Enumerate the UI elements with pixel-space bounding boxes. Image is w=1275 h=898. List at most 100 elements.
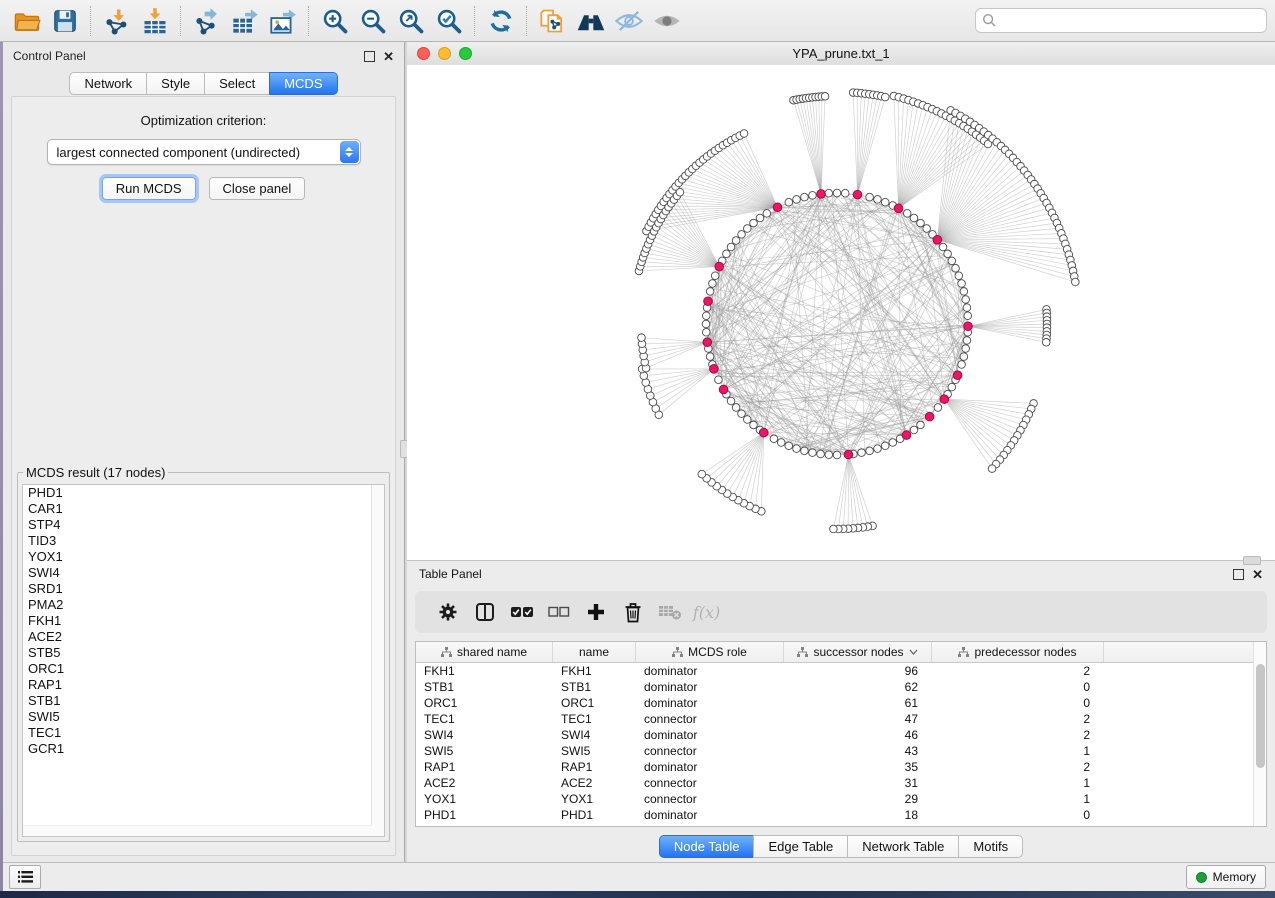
mcds-result-item[interactable]: FKH1 <box>23 613 384 629</box>
open-folder-icon <box>13 8 41 34</box>
mcds-result-item[interactable]: PHD1 <box>23 485 384 501</box>
scrollbar-thumb[interactable] <box>1256 664 1265 768</box>
float-panel-icon[interactable] <box>1233 569 1244 580</box>
table-cell: RAP1 <box>416 760 553 774</box>
column-header-shared-name[interactable]: shared name <box>416 642 553 662</box>
table-cell: TEC1 <box>553 712 636 726</box>
table-vertical-scrollbar[interactable] <box>1253 642 1266 826</box>
mcds-result-item[interactable]: PMA2 <box>23 597 384 613</box>
table-row[interactable]: TEC1TEC1connector472 <box>416 711 1266 727</box>
apply-layout-button[interactable] <box>482 4 520 38</box>
table-row[interactable]: YOX1YOX1connector291 <box>416 791 1266 807</box>
table-cell: 96 <box>784 664 932 678</box>
table-row[interactable]: ACE2ACE2connector311 <box>416 775 1266 791</box>
table-row[interactable]: RAP1RAP1dominator352 <box>416 759 1266 775</box>
mcds-result-item[interactable]: TID3 <box>23 533 384 549</box>
table-body: FKH1FKH1dominator962STB1STB1dominator620… <box>416 663 1266 823</box>
mcds-result-item[interactable]: STB1 <box>23 693 384 709</box>
table-cell: connector <box>636 776 784 790</box>
column-header-predecessor-nodes[interactable]: predecessor nodes <box>932 642 1104 662</box>
table-cell: SWI4 <box>553 728 636 742</box>
show-panel-menu-button[interactable] <box>9 865 41 889</box>
mcds-result-list[interactable]: PHD1CAR1STP4TID3YOX1SWI4SRD1PMA2FKH1ACE2… <box>22 484 385 837</box>
close-panel-icon[interactable]: ✕ <box>383 52 394 61</box>
checked-boxes-icon <box>510 604 534 620</box>
table-cell: TEC1 <box>416 712 553 726</box>
table-row[interactable]: STB1STB1dominator620 <box>416 679 1266 695</box>
mcds-result-item[interactable]: ORC1 <box>23 661 384 677</box>
first-neighbors-button[interactable] <box>572 4 610 38</box>
table-row[interactable]: SWI5SWI5connector431 <box>416 743 1266 759</box>
import-network-button[interactable] <box>98 4 136 38</box>
mcds-result-item[interactable]: GCR1 <box>23 741 384 757</box>
tab-node-table[interactable]: Node Table <box>659 835 755 858</box>
import-table-button[interactable] <box>136 4 174 38</box>
cytoscape-window: Control Panel ✕ Network Style Select MCD… <box>0 0 1275 898</box>
criterion-dropdown[interactable]: largest connected component (undirected) <box>47 139 361 165</box>
zoom-selected-button[interactable] <box>430 4 468 38</box>
mcds-result-item[interactable]: ACE2 <box>23 629 384 645</box>
splitter-handle[interactable] <box>1243 556 1261 565</box>
mcds-result-item[interactable]: SWI5 <box>23 709 384 725</box>
mcds-result-item[interactable]: SWI4 <box>23 565 384 581</box>
mcds-result-item[interactable]: CAR1 <box>23 501 384 517</box>
deselect-all-button[interactable] <box>540 595 577 629</box>
mcds-result-item[interactable]: STP4 <box>23 517 384 533</box>
import-table-icon <box>141 7 169 35</box>
export-table-button[interactable] <box>226 4 264 38</box>
close-panel-button[interactable]: Close panel <box>209 177 306 200</box>
column-header-successor-nodes[interactable]: successor nodes <box>784 642 932 662</box>
delete-column-button[interactable] <box>614 595 651 629</box>
column-header-name[interactable]: name <box>553 642 636 662</box>
add-column-button[interactable] <box>577 595 614 629</box>
open-file-button[interactable] <box>8 4 46 38</box>
tab-edge-table[interactable]: Edge Table <box>753 835 848 858</box>
table-row[interactable]: FKH1FKH1dominator962 <box>416 663 1266 679</box>
duplicate-network-button[interactable] <box>534 4 572 38</box>
table-settings-button[interactable] <box>429 595 466 629</box>
list-horizontal-scrollbar[interactable] <box>23 825 372 836</box>
run-mcds-button[interactable]: Run MCDS <box>102 177 196 200</box>
close-panel-icon[interactable]: ✕ <box>1252 570 1263 579</box>
tab-style[interactable]: Style <box>146 72 205 95</box>
table-row[interactable]: ORC1ORC1dominator610 <box>416 695 1266 711</box>
network-canvas[interactable] <box>407 65 1275 560</box>
mcds-result-item[interactable]: TEC1 <box>23 725 384 741</box>
show-all-button[interactable] <box>648 4 686 38</box>
table-cell: ACE2 <box>416 776 553 790</box>
zoom-out-button[interactable] <box>354 4 392 38</box>
table-cell: 0 <box>932 680 1104 694</box>
memory-button[interactable]: Memory <box>1186 865 1266 889</box>
zoom-fit-button[interactable] <box>392 4 430 38</box>
tab-motifs[interactable]: Motifs <box>958 835 1023 858</box>
column-view-button[interactable] <box>466 595 503 629</box>
network-graph[interactable] <box>407 65 1275 560</box>
save-session-button[interactable] <box>46 4 84 38</box>
float-panel-icon[interactable] <box>364 51 375 62</box>
hide-selected-button[interactable] <box>610 4 648 38</box>
column-header-mcds-role[interactable]: MCDS role <box>636 642 784 662</box>
mcds-result-item[interactable]: YOX1 <box>23 549 384 565</box>
zoom-in-button[interactable] <box>316 4 354 38</box>
table-row[interactable]: SWI4SWI4dominator462 <box>416 727 1266 743</box>
search-box[interactable] <box>975 8 1267 33</box>
destroy-table-button[interactable] <box>651 595 688 629</box>
search-input[interactable] <box>997 12 1260 29</box>
tab-select[interactable]: Select <box>204 72 270 95</box>
tab-mcds[interactable]: MCDS <box>269 72 337 95</box>
mcds-result-item[interactable]: RAP1 <box>23 677 384 693</box>
tab-network[interactable]: Network <box>69 72 147 95</box>
function-builder-button[interactable]: f(x) <box>688 595 725 629</box>
table-cell: dominator <box>636 680 784 694</box>
mcds-result-item[interactable]: SRD1 <box>23 581 384 597</box>
mcds-result-item[interactable]: STB5 <box>23 645 384 661</box>
toolbar-separator <box>308 6 310 36</box>
tab-network-table[interactable]: Network Table <box>847 835 959 858</box>
toolbar-separator <box>474 6 476 36</box>
export-network-button[interactable] <box>188 4 226 38</box>
list-vertical-scrollbar[interactable] <box>371 485 384 836</box>
select-all-button[interactable] <box>503 595 540 629</box>
export-image-button[interactable] <box>264 4 302 38</box>
table-cell: RAP1 <box>553 760 636 774</box>
table-row[interactable]: PHD1PHD1dominator180 <box>416 807 1266 823</box>
